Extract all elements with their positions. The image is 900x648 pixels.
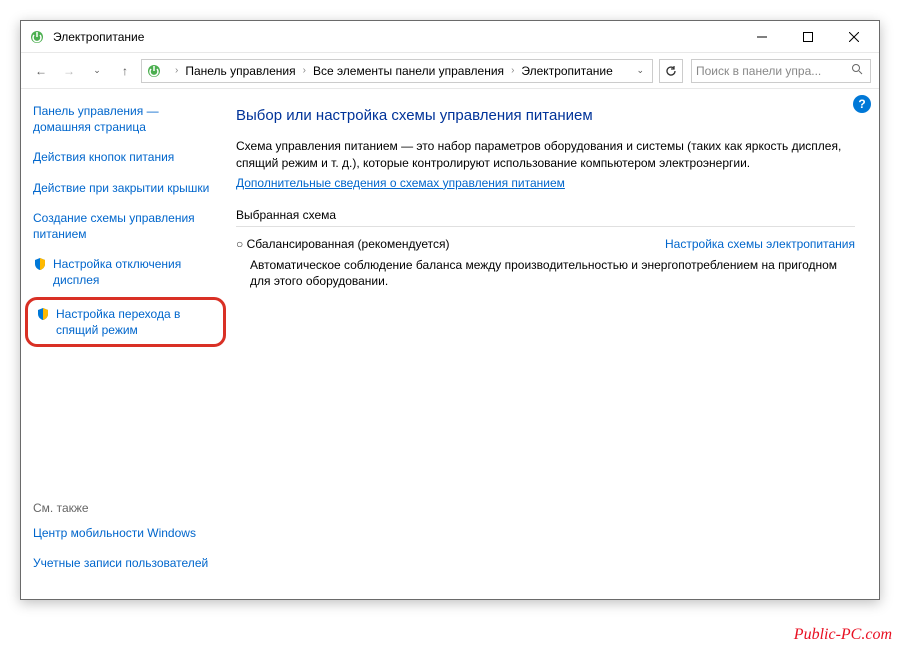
address-dropdown-icon[interactable]: ⌄	[632, 65, 648, 76]
close-button[interactable]	[831, 22, 877, 52]
window-title: Электропитание	[53, 30, 739, 44]
refresh-button[interactable]	[659, 59, 683, 83]
shield-icon	[33, 257, 47, 271]
app-icon	[29, 29, 45, 45]
sidebar: Панель управления — домашняя страница Де…	[21, 89, 226, 599]
window: Электропитание ← → ⌄ ↑ › Панель управлен…	[20, 20, 880, 600]
up-button[interactable]: ↑	[113, 59, 137, 83]
body: Панель управления — домашняя страница Де…	[21, 89, 879, 599]
sidebar-user-accounts[interactable]: Учетные записи пользователей	[33, 555, 218, 571]
plan-name[interactable]: Сбалансированная (рекомендуется)	[236, 237, 450, 251]
breadcrumb-label: Панель управления	[185, 64, 295, 78]
sidebar-item-label[interactable]: Настройка отключения дисплея	[53, 256, 218, 288]
sidebar-power-buttons[interactable]: Действия кнопок питания	[33, 149, 218, 165]
search-box[interactable]	[691, 59, 871, 83]
sidebar-sleep-highlighted: Настройка перехода в спящий режим	[25, 297, 226, 347]
help-icon[interactable]: ?	[853, 95, 871, 113]
see-also-header: См. также	[33, 501, 218, 515]
shield-icon	[36, 307, 50, 321]
search-input[interactable]	[696, 64, 851, 78]
spacer	[33, 355, 218, 501]
sidebar-create-plan[interactable]: Создание схемы управления питанием	[33, 210, 218, 242]
window-controls	[739, 22, 877, 52]
breadcrumb-label: Все элементы панели управления	[313, 64, 504, 78]
search-icon[interactable]	[851, 63, 863, 78]
maximize-button[interactable]	[785, 22, 831, 52]
section-header: Выбранная схема	[236, 208, 855, 227]
plan-description: Автоматическое соблюдение баланса между …	[236, 257, 855, 291]
address-icon	[146, 63, 162, 79]
sidebar-lid-action[interactable]: Действие при закрытии крышки	[33, 180, 218, 196]
chevron-right-icon[interactable]: ›	[172, 65, 181, 76]
recent-dropdown[interactable]: ⌄	[85, 59, 109, 83]
plan-row: Сбалансированная (рекомендуется) Настрой…	[236, 237, 855, 251]
forward-button[interactable]: →	[57, 59, 81, 83]
intro-text: Схема управления питанием — это набор па…	[236, 138, 855, 172]
address-bar[interactable]: › Панель управления › Все элементы панел…	[141, 59, 653, 83]
breadcrumb-label: Электропитание	[521, 64, 612, 78]
sidebar-sleep[interactable]: Настройка перехода в спящий режим	[36, 306, 215, 338]
breadcrumb-control-panel[interactable]: Панель управления	[183, 64, 297, 78]
sidebar-display-off[interactable]: Настройка отключения дисплея	[33, 256, 218, 288]
breadcrumb-all-items[interactable]: Все элементы панели управления	[311, 64, 506, 78]
sidebar-home-link[interactable]: Панель управления — домашняя страница	[33, 103, 218, 135]
chevron-right-icon[interactable]: ›	[508, 65, 517, 76]
breadcrumb-power[interactable]: Электропитание	[519, 64, 614, 78]
chevron-right-icon[interactable]: ›	[300, 65, 309, 76]
minimize-button[interactable]	[739, 22, 785, 52]
sidebar-item-label[interactable]: Настройка перехода в спящий режим	[56, 306, 215, 338]
titlebar: Электропитание	[21, 21, 879, 53]
content: ? Выбор или настройка схемы управления п…	[226, 89, 879, 599]
watermark: Public-PC.com	[794, 626, 892, 644]
page-heading: Выбор или настройка схемы управления пит…	[236, 107, 855, 124]
plan-settings-link[interactable]: Настройка схемы электропитания	[665, 237, 855, 251]
intro-link[interactable]: Дополнительные сведения о схемах управле…	[236, 176, 565, 190]
back-button[interactable]: ←	[29, 59, 53, 83]
navbar: ← → ⌄ ↑ › Панель управления › Все элемен…	[21, 53, 879, 89]
sidebar-mobility-center[interactable]: Центр мобильности Windows	[33, 525, 218, 541]
